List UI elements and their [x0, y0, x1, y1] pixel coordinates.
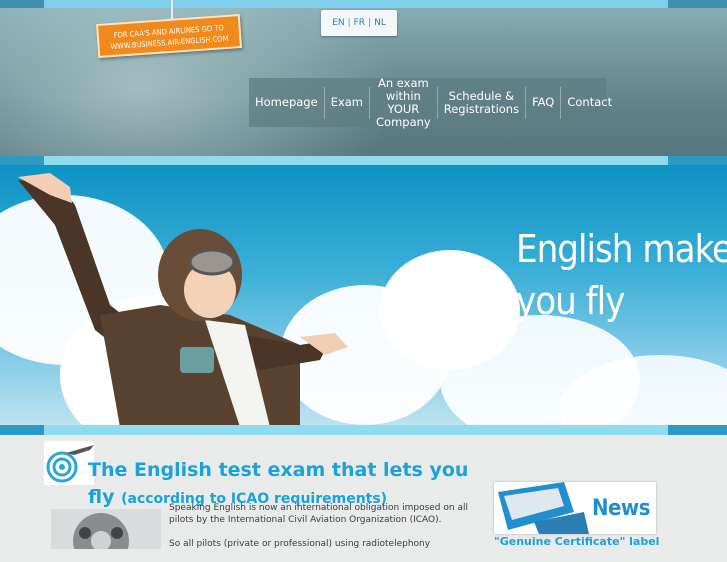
nav-schedule[interactable]: Schedule & Registrations	[438, 86, 527, 119]
intro-paragraph-1: Speaking English is now an international…	[169, 503, 468, 525]
nav-company-exam-label: An exam within YOUR Company	[376, 75, 431, 129]
nav-faq[interactable]: FAQ	[526, 86, 562, 119]
main-nav: Homepage Exam An exam within YOUR Compan…	[249, 76, 612, 128]
intro-paragraph-2: So all pilots (private or professional) …	[169, 539, 431, 549]
news-headline-link[interactable]: "Genuine Certificate" label	[494, 535, 659, 548]
film-reel-image	[51, 509, 161, 549]
site-header: FOR CAA'S AND AIRLINES GO TO WWW.BUSINES…	[0, 0, 727, 165]
business-promo-tag[interactable]: FOR CAA'S AND AIRLINES GO TO WWW.BUSINES…	[95, 14, 243, 58]
nav-schedule-line1: Schedule &	[448, 88, 515, 103]
nav-schedule-label: Schedule & Registrations	[443, 88, 520, 116]
promo-pin-string	[171, 0, 173, 20]
nav-contact[interactable]: Contact	[561, 87, 618, 119]
news-box[interactable]: News	[494, 482, 656, 534]
nav-company-exam-line1: An exam within	[378, 75, 429, 103]
header-bottom-stripe	[0, 156, 727, 165]
nav-exam[interactable]: Exam	[325, 86, 371, 119]
banner-headline: English makes you fly	[516, 223, 727, 327]
lang-en-link[interactable]: EN	[332, 18, 344, 28]
language-switcher: EN | FR | NL	[321, 10, 397, 36]
nav-homepage[interactable]: Homepage	[249, 86, 325, 119]
nav-company-exam-line2: YOUR Company	[376, 101, 431, 129]
lang-nl-link[interactable]: NL	[374, 18, 386, 28]
lang-separator: |	[368, 18, 372, 28]
nav-schedule-line2: Registrations	[443, 101, 520, 116]
news-label: News	[591, 496, 651, 521]
banner-line-1: English makes	[516, 227, 727, 271]
hero-banner: English makes you fly	[0, 165, 727, 427]
lang-separator: |	[347, 18, 351, 28]
intro-text: Speaking English is now an international…	[169, 502, 479, 562]
top-stripe	[0, 0, 727, 8]
banner-bottom-stripe	[0, 425, 727, 435]
target-plane-icon	[44, 441, 94, 485]
banner-line-2: you fly	[516, 279, 625, 323]
nav-company-exam[interactable]: An exam within YOUR Company	[370, 76, 438, 128]
lang-fr-link[interactable]: FR	[354, 18, 365, 28]
